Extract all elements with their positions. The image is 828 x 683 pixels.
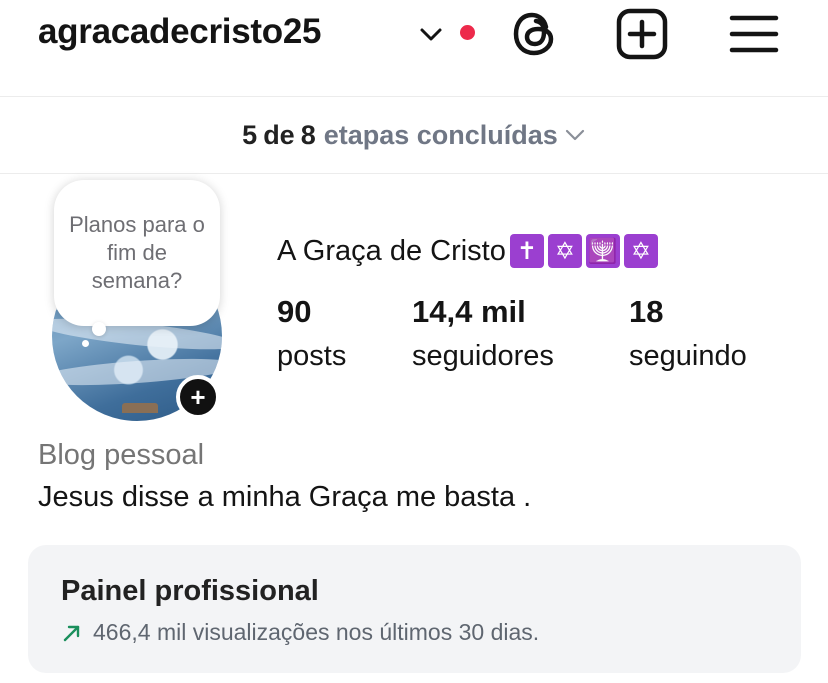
note-bubble-tail	[82, 340, 89, 347]
profile-bio: Jesus disse a minha Graça me basta .	[38, 481, 532, 513]
followers-stat[interactable]: 14,4 mil seguidores	[412, 294, 554, 373]
posts-stat[interactable]: 90 posts	[277, 294, 346, 373]
add-story-button[interactable]: +	[176, 375, 220, 419]
display-name-text: A Graça de Cristo	[277, 234, 506, 267]
steps-done: 5	[242, 119, 258, 150]
note-bubble[interactable]: Planos para o fim de semana?	[54, 180, 220, 326]
posts-count: 90	[277, 294, 312, 329]
menorah-emoji: 🕎	[585, 234, 620, 268]
posts-label: posts	[277, 340, 347, 372]
top-bar: agracadecristo25	[0, 0, 828, 96]
followers-label: seguidores	[412, 340, 554, 372]
following-label: seguindo	[629, 340, 747, 372]
account-username[interactable]: agracadecristo25	[38, 12, 321, 52]
threads-icon[interactable]	[507, 6, 563, 62]
chevron-down-icon[interactable]	[418, 22, 444, 46]
setup-steps-progress[interactable]: 5 de 8 etapas concluídas	[0, 97, 828, 173]
followers-count: 14,4 mil	[412, 294, 526, 329]
notification-dot	[460, 25, 475, 40]
display-name: A Graça de Cristo ✝ ✡ 🕎 ✡	[277, 234, 658, 268]
note-bubble-tail	[92, 322, 106, 336]
professional-dashboard[interactable]: Painel profissional 466,4 mil visualizaç…	[28, 545, 801, 673]
divider	[0, 173, 828, 174]
add-post-icon[interactable]	[614, 6, 670, 62]
menu-icon[interactable]	[726, 6, 782, 62]
following-count: 18	[629, 294, 664, 329]
following-stat[interactable]: 18 seguindo	[629, 294, 747, 373]
steps-total: 8	[300, 119, 316, 150]
trending-up-icon	[63, 625, 80, 641]
note-text: Planos para o fim de semana?	[69, 212, 205, 293]
dashboard-title: Painel profissional	[61, 575, 319, 607]
cross-emoji: ✝	[509, 234, 544, 268]
profile-category: Blog pessoal	[38, 439, 205, 471]
steps-text: etapas concluídas	[323, 119, 558, 150]
star-of-david-emoji: ✡	[623, 234, 658, 268]
chevron-down-icon	[565, 129, 584, 141]
dashboard-views-text: 466,4 mil visualizações nos últimos 30 d…	[93, 619, 540, 645]
steps-connector: de	[263, 119, 295, 150]
dashboard-subtitle: 466,4 mil visualizações nos últimos 30 d…	[61, 619, 539, 646]
star-of-david-emoji: ✡	[547, 234, 582, 268]
